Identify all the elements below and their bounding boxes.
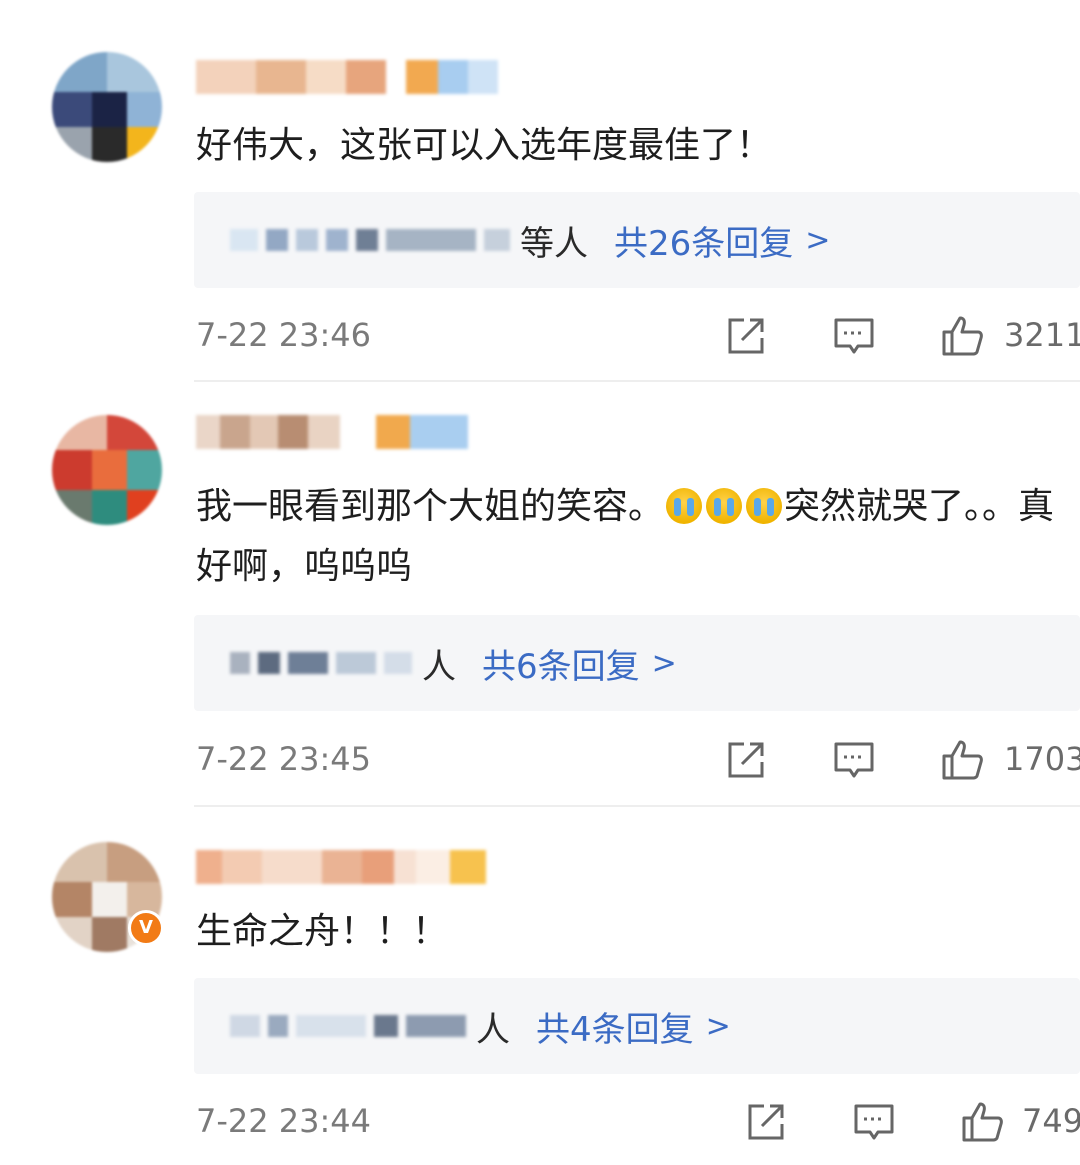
share-icon[interactable] bbox=[744, 1100, 788, 1144]
thumbs-up-icon[interactable] bbox=[960, 1100, 1004, 1144]
comment-icon[interactable] bbox=[832, 314, 876, 358]
chevron-right-icon: > bbox=[705, 1008, 731, 1044]
share-icon[interactable] bbox=[724, 314, 768, 358]
like-count: 3211 bbox=[1004, 316, 1080, 354]
thumbs-up-icon[interactable] bbox=[940, 314, 984, 358]
comment-item: 好伟大，这张可以入选年度最佳了！ 等人 共26条回复 > 7-22 23:46 … bbox=[0, 0, 1080, 385]
reply-suffix: 人 bbox=[476, 1009, 510, 1050]
crying-face-emoji-icon bbox=[666, 488, 703, 524]
chevron-right-icon: > bbox=[805, 222, 831, 258]
comment-meta: 7-22 23:44 749 bbox=[196, 1098, 1080, 1148]
reply-suffix: 人 bbox=[422, 646, 456, 687]
like-count: 1703 bbox=[1004, 740, 1080, 778]
comment-text: 好伟大，这张可以入选年度最佳了！ bbox=[196, 125, 773, 166]
view-replies-link[interactable]: 共6条回复 bbox=[482, 639, 640, 688]
comment-text-part1: 我一眼看到那个大姐的笑容。 bbox=[196, 486, 665, 527]
thumbs-up-icon[interactable] bbox=[940, 738, 984, 782]
reply-preview[interactable]: 人 共4条回复 > bbox=[194, 978, 1080, 1074]
comment-text: 我一眼看到那个大姐的笑容。 突然就哭了。。真好啊，呜呜呜 bbox=[196, 477, 1056, 597]
view-replies-link[interactable]: 共4条回复 bbox=[536, 1002, 694, 1051]
avatar[interactable] bbox=[52, 52, 162, 162]
reply-suffix: 等人 bbox=[520, 223, 588, 264]
view-replies-link[interactable]: 共26条回复 bbox=[614, 216, 793, 265]
reply-usernames bbox=[230, 1006, 474, 1046]
comment-icon[interactable] bbox=[852, 1100, 896, 1144]
comment-text: 生命之舟！！！ bbox=[196, 911, 449, 952]
comment-item: 我一眼看到那个大姐的笑容。 突然就哭了。。真好啊，呜呜呜 人 共6条回复 > 7-… bbox=[0, 385, 1080, 810]
share-icon[interactable] bbox=[724, 738, 768, 782]
divider bbox=[194, 805, 1080, 807]
verified-badge-icon: V bbox=[128, 910, 164, 946]
reply-preview[interactable]: 人 共6条回复 > bbox=[194, 615, 1080, 711]
timestamp: 7-22 23:46 bbox=[196, 316, 372, 354]
timestamp: 7-22 23:45 bbox=[196, 740, 372, 778]
reply-usernames bbox=[230, 643, 420, 683]
comment-icon[interactable] bbox=[832, 738, 876, 782]
divider bbox=[194, 380, 1080, 382]
like-count: 749 bbox=[1022, 1102, 1080, 1140]
crying-face-emoji-icon bbox=[706, 488, 743, 524]
avatar[interactable] bbox=[52, 415, 162, 525]
username[interactable] bbox=[196, 60, 498, 94]
comment-meta: 7-22 23:45 1703 bbox=[196, 736, 1080, 786]
reply-preview[interactable]: 等人 共26条回复 > bbox=[194, 192, 1080, 288]
username[interactable] bbox=[196, 850, 486, 884]
reply-usernames bbox=[230, 220, 518, 260]
crying-face-emoji-icon bbox=[746, 488, 783, 524]
chevron-right-icon: > bbox=[651, 645, 677, 681]
timestamp: 7-22 23:44 bbox=[196, 1102, 372, 1140]
comment-item: V 生命之舟！！！ 人 共4条回复 > 7-22 23:44 749 bbox=[0, 810, 1080, 1165]
username[interactable] bbox=[196, 415, 468, 449]
comment-meta: 7-22 23:46 3211 bbox=[196, 312, 1080, 362]
